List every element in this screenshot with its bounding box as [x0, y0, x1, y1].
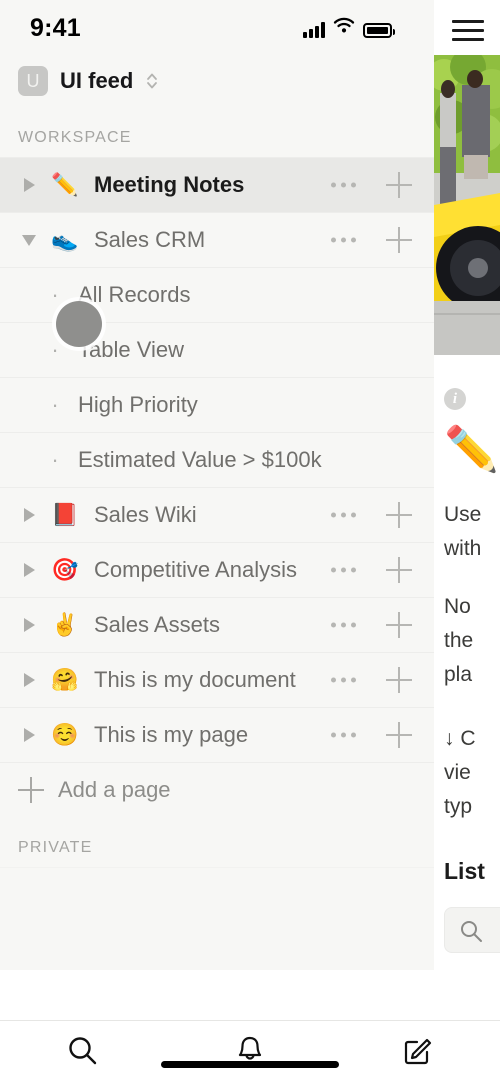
- tab-notifications[interactable]: [167, 1021, 334, 1080]
- sidebar-subitem-label: All Records: [78, 282, 191, 307]
- sidebar-item-sales-crm[interactable]: 👟 Sales CRM: [0, 212, 434, 267]
- ellipsis-icon[interactable]: [331, 622, 356, 628]
- page-body: i ✏️ Use with No the pla ↓ C vie typ Lis…: [434, 360, 500, 1020]
- chevron-right-icon[interactable]: [12, 508, 46, 522]
- tab-compose[interactable]: [333, 1021, 500, 1080]
- page-content-panel[interactable]: i ✏️ Use with No the pla ↓ C vie typ Lis…: [434, 0, 500, 1020]
- status-bar-time: 9:41: [30, 14, 81, 42]
- running-shoe-emoji: 👟: [51, 227, 79, 252]
- workspace-switcher[interactable]: U UI feed: [0, 55, 434, 107]
- add-page-label: Add a page: [58, 777, 171, 802]
- section-header-private: PRIVATE: [18, 839, 93, 856]
- page-paragraph-3: ↓ C: [444, 727, 476, 750]
- page-search-input[interactable]: [444, 907, 500, 953]
- plus-icon[interactable]: [386, 612, 412, 638]
- sidebar-item-competitive-analysis[interactable]: 🎯 Competitive Analysis: [0, 542, 434, 597]
- pencil-emoji: ✏️: [51, 172, 79, 197]
- battery-full-icon: [363, 23, 395, 38]
- closed-book-emoji: 📕: [51, 502, 79, 527]
- page-icon-emoji[interactable]: ✏️: [444, 428, 500, 472]
- page-paragraph-3b: vie: [444, 761, 471, 784]
- sidebar-subitem-high-priority[interactable]: · High Priority: [0, 377, 434, 432]
- status-bar-icons: [303, 17, 395, 38]
- wifi-icon: [333, 17, 355, 38]
- chevron-down-icon[interactable]: [12, 234, 46, 246]
- chevron-right-icon[interactable]: [12, 618, 46, 632]
- tab-bar: [0, 1020, 500, 1080]
- sidebar-item-sales-wiki[interactable]: 📕 Sales Wiki: [0, 487, 434, 542]
- page-heading-list: List: [444, 858, 485, 884]
- sidebar-item-label: Sales Wiki: [94, 502, 197, 527]
- sidebar-item-private-cutoff[interactable]: [0, 867, 434, 891]
- plus-icon[interactable]: [386, 502, 412, 528]
- sidebar-item-meeting-notes[interactable]: ✏️ Meeting Notes: [0, 157, 434, 212]
- sidebar-drawer: 9:41 U UI feed WORKSPACE ✏️ Meeting Note…: [0, 0, 434, 1020]
- ellipsis-icon[interactable]: [331, 182, 356, 188]
- ellipsis-icon[interactable]: [331, 567, 356, 573]
- info-icon[interactable]: i: [444, 388, 466, 410]
- chevron-right-icon[interactable]: [12, 178, 46, 192]
- add-page-button[interactable]: Add a page: [0, 762, 434, 817]
- page-paragraph-1b: with: [444, 537, 482, 560]
- direct-hit-emoji: 🎯: [51, 557, 79, 582]
- bullet-icon: ·: [51, 447, 59, 472]
- victory-hand-emoji: ✌️: [51, 612, 79, 637]
- page-paragraph-3c: typ: [444, 795, 473, 818]
- tab-search[interactable]: [0, 1021, 167, 1080]
- sidebar-item-label: This is my page: [94, 722, 249, 747]
- plus-icon[interactable]: [386, 227, 412, 253]
- search-icon: [459, 919, 483, 948]
- cellular-bars-icon: [303, 22, 325, 38]
- sidebar-item-label: Meeting Notes: [94, 172, 245, 197]
- ellipsis-icon[interactable]: [331, 732, 356, 738]
- plus-icon[interactable]: [386, 667, 412, 693]
- page-paragraph-2b: the: [444, 629, 474, 652]
- sidebar-item-sales-assets[interactable]: ✌️ Sales Assets: [0, 597, 434, 652]
- chevron-right-icon[interactable]: [12, 563, 46, 577]
- sidebar-subitem-table-view[interactable]: · Table View: [0, 322, 434, 377]
- chevron-right-icon[interactable]: [12, 728, 46, 742]
- sidebar-subitem-estimated-value[interactable]: · Estimated Value > $100k: [0, 432, 434, 487]
- bullet-icon: ·: [51, 392, 59, 417]
- hugging-face-emoji: 🤗: [51, 667, 79, 692]
- ellipsis-icon[interactable]: [331, 677, 356, 683]
- sidebar-subitem-label: Estimated Value > $100k: [78, 447, 322, 472]
- sidebar-item-label: Competitive Analysis: [94, 557, 297, 582]
- avatar: U: [18, 66, 48, 96]
- page-topbar: [434, 0, 500, 55]
- page-paragraph-2c: pla: [444, 663, 473, 686]
- hamburger-menu-icon[interactable]: [452, 20, 484, 42]
- chevron-right-icon[interactable]: [12, 673, 46, 687]
- cover-photo-yellow-sports-car: [434, 55, 500, 355]
- plus-icon[interactable]: [386, 722, 412, 748]
- chevron-up-down-icon: [145, 71, 159, 92]
- sidebar-subitem-label: High Priority: [78, 392, 198, 417]
- sidebar-item-this-is-my-document[interactable]: 🤗 This is my document: [0, 652, 434, 707]
- status-bar: 9:41: [0, 0, 434, 55]
- home-indicator: [161, 1061, 339, 1068]
- sidebar-subitem-all-records[interactable]: · All Records: [0, 267, 434, 322]
- app-root: i ✏️ Use with No the pla ↓ C vie typ Lis…: [0, 0, 500, 1080]
- relaxed-face-emoji: ☺️: [51, 722, 79, 747]
- ellipsis-icon[interactable]: [331, 512, 356, 518]
- compose-icon: [404, 1038, 431, 1064]
- ellipsis-icon[interactable]: [331, 237, 356, 243]
- bullet-icon: ·: [51, 282, 59, 307]
- section-header-workspace: WORKSPACE: [18, 129, 132, 146]
- sidebar-item-label: Sales Assets: [94, 612, 220, 637]
- sidebar-item-label: Sales CRM: [94, 227, 206, 252]
- bullet-icon: ·: [51, 337, 59, 362]
- sidebar-item-label: This is my document: [94, 667, 296, 692]
- plus-icon[interactable]: [386, 557, 412, 583]
- page-paragraph-1: Use: [444, 503, 482, 526]
- sidebar-item-this-is-my-page[interactable]: ☺️ This is my page: [0, 707, 434, 762]
- sidebar-subitem-label: Table View: [78, 337, 184, 362]
- workspace-name: UI feed: [60, 68, 134, 93]
- plus-icon: [18, 777, 44, 803]
- search-icon: [69, 1036, 97, 1064]
- page-paragraph-2: No: [444, 595, 471, 618]
- plus-icon[interactable]: [386, 172, 412, 198]
